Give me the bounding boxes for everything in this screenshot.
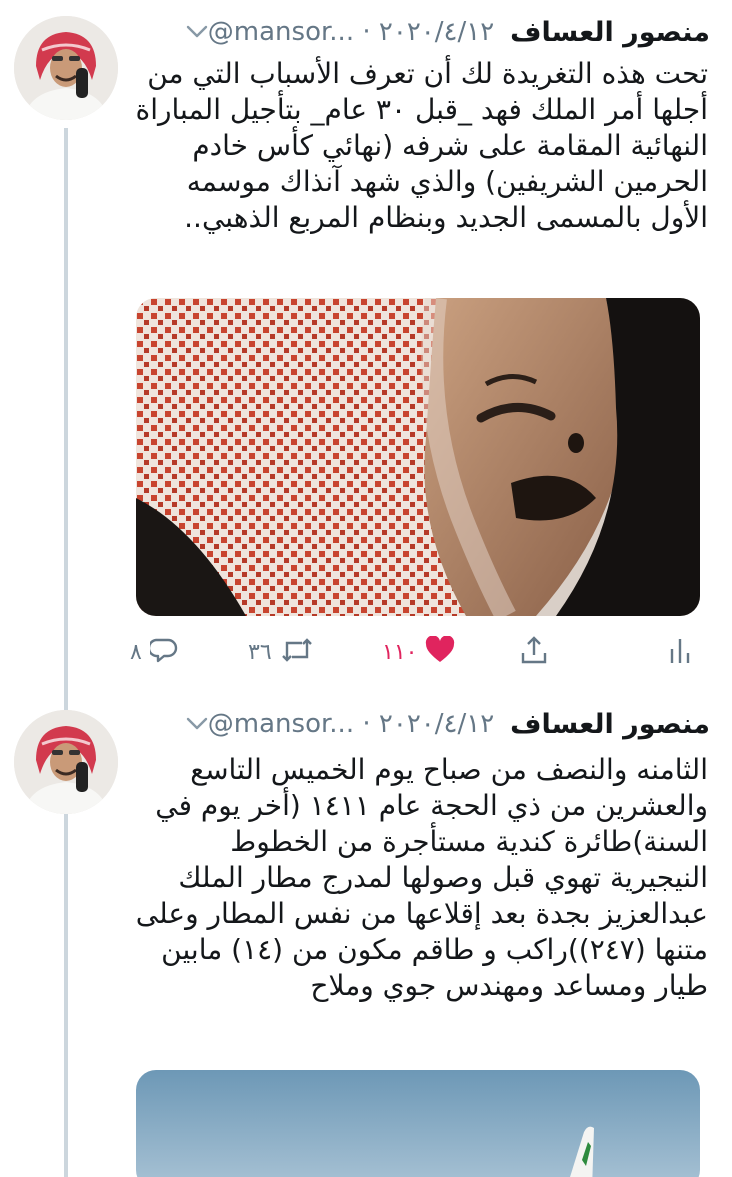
like-count: ١١٠ (382, 639, 418, 665)
tweet-image[interactable] (136, 1070, 700, 1177)
retweet-button[interactable]: ٣٦ (248, 630, 314, 674)
author-name[interactable]: منصور العساف (510, 709, 710, 740)
tweet-header: منصور العساف @mansor... · ٢٠٢٠/٤/١٢ (170, 12, 710, 52)
tweet[interactable]: منصور العساف @mansor... · ٢٠٢٠/٤/١٢ تحت … (0, 0, 732, 690)
share-button[interactable] (520, 630, 548, 674)
tweet-text: الثامنه والنصف من صباح يوم الخميس التاسع… (135, 753, 708, 1002)
tweet-text: تحت هذه التغريدة لك أن تعرف الأسباب التي… (135, 57, 708, 234)
retweet-icon (280, 636, 314, 668)
retweet-count: ٣٦ (248, 639, 272, 665)
like-button[interactable]: ١١٠ (382, 630, 455, 674)
handle-and-date[interactable]: @mansor... · ٢٠٢٠/٤/١٢ (208, 709, 494, 739)
avatar[interactable] (14, 710, 118, 814)
reply-button[interactable]: ٨ (130, 630, 178, 674)
avatar[interactable] (14, 16, 118, 120)
analytics-icon (668, 635, 692, 669)
tweet-header: منصور العساف @mansor... · ٢٠٢٠/٤/١٢ (170, 704, 710, 744)
share-icon (520, 635, 548, 669)
heart-icon (425, 635, 455, 668)
handle-and-date[interactable]: @mansor... · ٢٠٢٠/٤/١٢ (208, 17, 494, 47)
timeline: منصور العساف @mansor... · ٢٠٢٠/٤/١٢ تحت … (0, 0, 732, 1177)
tweet-actions: ٨ ٣٦ ١١٠ (120, 630, 710, 674)
author-name[interactable]: منصور العساف (510, 17, 710, 48)
tweet-image[interactable] (136, 298, 700, 616)
analytics-button[interactable] (668, 630, 692, 674)
tweet[interactable]: منصور العساف @mansor... · ٢٠٢٠/٤/١٢ الثا… (0, 690, 732, 1177)
reply-icon (147, 636, 178, 668)
chevron-down-icon[interactable] (186, 717, 208, 731)
reply-count: ٨ (130, 639, 142, 665)
chevron-down-icon[interactable] (186, 25, 208, 39)
